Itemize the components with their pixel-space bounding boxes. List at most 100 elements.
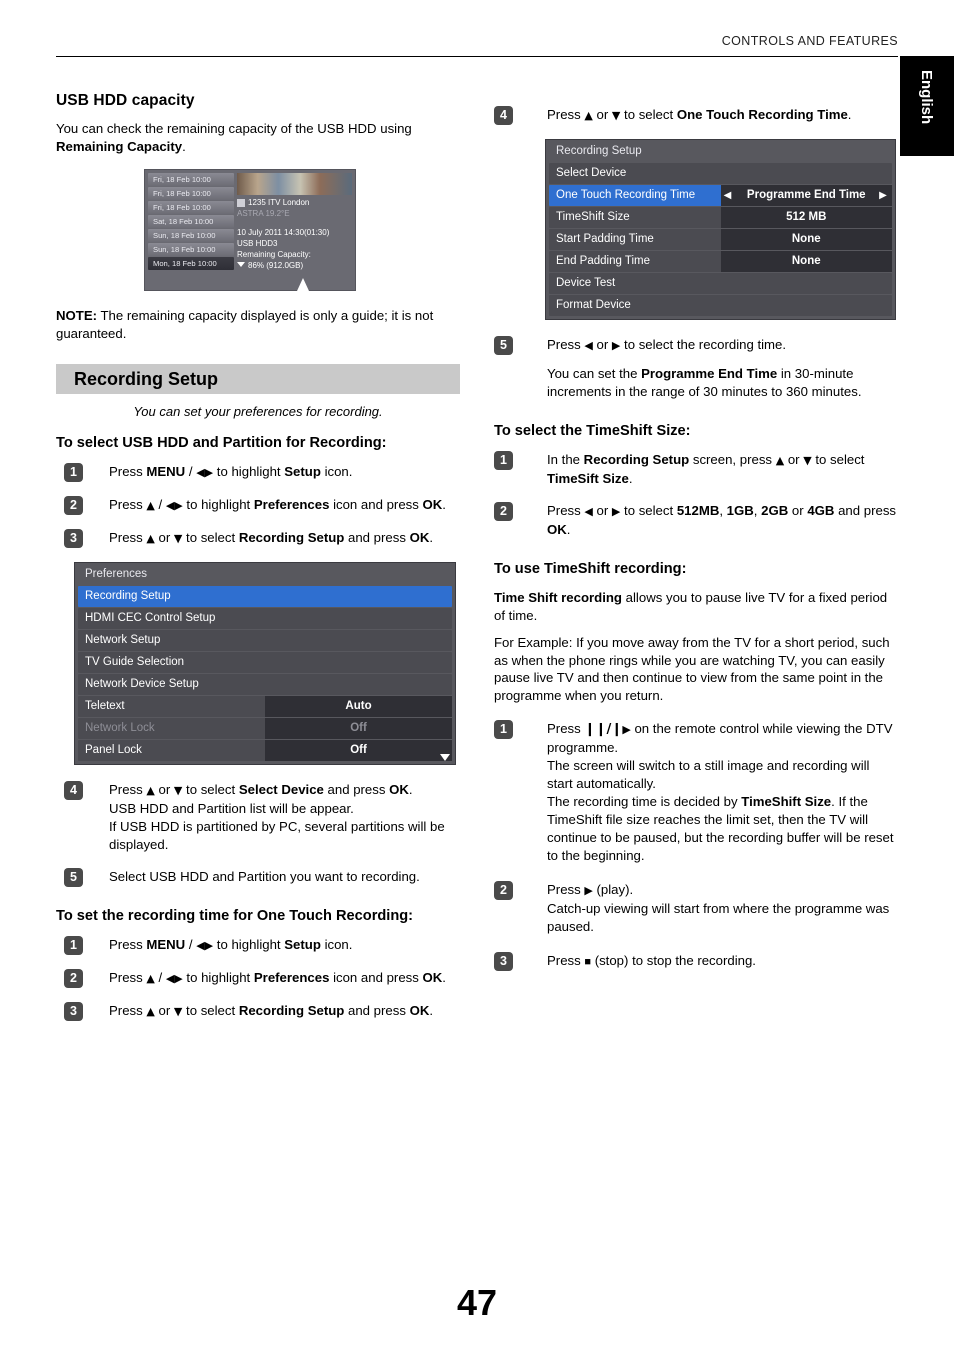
- step-text: Press MENU / ◀▶ to highlight Setup icon.: [109, 464, 353, 479]
- step-item: 2 Press ▲ / ◀▶ to highlight Preferences …: [56, 496, 460, 515]
- step-number: 3: [64, 1002, 83, 1021]
- epg-capacity-label: Remaining Capacity:: [237, 250, 311, 259]
- step-number: 4: [64, 781, 83, 800]
- step-number: 4: [494, 106, 513, 125]
- menu-row-label: HDMI CEC Control Setup: [85, 612, 216, 624]
- running-head: CONTROLS AND FEATURES: [721, 34, 898, 48]
- step-text-detail: You can set the Programme End Time in 30…: [547, 366, 862, 399]
- epg-time-row: Fri, 18 Feb 10:00: [148, 173, 234, 186]
- epg-thumbnail: [237, 173, 352, 195]
- intro-text-a: You can check the remaining capacity of …: [56, 121, 412, 136]
- step-item: 5 Press ◀ or ▶ to select the recording t…: [494, 336, 898, 401]
- heading-select-usb-hdd: To select USB HDD and Partition for Reco…: [56, 435, 387, 451]
- step-item: 3 Press ■ (stop) to stop the recording.: [494, 952, 898, 971]
- menu-row[interactable]: Network Setup: [78, 630, 452, 651]
- menu-row[interactable]: One Touch Recording Time Programme End Ti…: [549, 185, 892, 206]
- menu-row-value: Auto: [265, 696, 452, 717]
- epg-detail-pane: 1235 ITV London ASTRA 19.2°E 10 July 201…: [237, 173, 352, 287]
- epg-time-row: Fri, 18 Feb 10:00: [148, 201, 234, 214]
- epg-screenshot: Fri, 18 Feb 10:00 Fri, 18 Feb 10:00 Fri,…: [144, 169, 356, 291]
- menu-row-label: Network Setup: [85, 634, 161, 646]
- menu-row[interactable]: HDMI CEC Control Setup: [78, 608, 452, 629]
- timeshift-para-2: For Example: If you move away from the T…: [494, 635, 890, 703]
- recording-setup-menu-screenshot: Recording Setup Select Device One Touch R…: [545, 139, 896, 320]
- epg-time-row: Sun, 18 Feb 10:00: [148, 243, 234, 256]
- step-text: Press ▶ (play). Catch-up viewing will sta…: [547, 882, 890, 934]
- menu-row-label: End Padding Time: [556, 255, 650, 267]
- step-number: 2: [494, 881, 513, 900]
- menu-row[interactable]: Recording Setup: [78, 586, 452, 607]
- menu-row[interactable]: Start Padding Time None: [549, 229, 892, 250]
- step-item: 2 Press ▲ / ◀▶ to highlight Preferences …: [56, 969, 460, 988]
- menu-row[interactable]: Network Device Setup: [78, 674, 452, 695]
- heading-use-timeshift: To use TimeShift recording:: [494, 561, 687, 577]
- page: CONTROLS AND FEATURES English USB HDD ca…: [0, 0, 954, 1352]
- language-side-tab-label: English: [918, 70, 935, 125]
- language-side-tab: English: [900, 56, 954, 156]
- left-column: USB HDD capacity You can check the remai…: [56, 92, 460, 1035]
- menu-row-label: Teletext: [85, 700, 125, 712]
- step-item: 2 Press ▶ (play). Catch-up viewing will s…: [494, 881, 898, 936]
- heading-select-timeshift-size: To select the TimeShift Size:: [494, 423, 691, 439]
- menu-row-value: Off: [265, 740, 452, 761]
- menu-row-label: Select Device: [556, 167, 627, 179]
- step-text: Press ▲ / ◀▶ to highlight Preferences ic…: [109, 497, 446, 512]
- menu-row-label: TV Guide Selection: [85, 656, 185, 668]
- chevron-right-icon[interactable]: ▶: [876, 185, 890, 206]
- epg-time-row: Fri, 18 Feb 10:00: [148, 187, 234, 200]
- page-number: 47: [456, 1282, 498, 1323]
- step-number: 3: [494, 952, 513, 971]
- step-number: 5: [494, 336, 513, 355]
- step-text: Press ◀ or ▶ to select the recording tim…: [547, 337, 787, 352]
- step-number: 3: [64, 529, 83, 548]
- menu-rows: Recording Setup HDMI CEC Control Setup Net…: [75, 586, 455, 761]
- menu-row-label: Device Test: [556, 277, 616, 289]
- step-number: 1: [494, 451, 513, 470]
- menu-row-value: None: [720, 251, 892, 272]
- menu-row-label: Recording Setup: [85, 590, 171, 602]
- step-number: 5: [64, 868, 83, 887]
- menu-title: Preferences: [75, 563, 455, 585]
- menu-row[interactable]: Panel Lock Off: [78, 740, 452, 761]
- intro-text-b: Remaining Capacity: [56, 138, 183, 154]
- note-label: NOTE:: [56, 308, 98, 323]
- header-rule: [56, 56, 898, 57]
- step-item: 4 Press ▲ or ▼ to select One Touch Recor…: [494, 106, 898, 125]
- menu-row[interactable]: TimeShift Size 512 MB: [549, 207, 892, 228]
- step-number: 2: [494, 502, 513, 521]
- epg-time-row: Sat, 18 Feb 10:00: [148, 215, 234, 228]
- step-item: 1 Press ❙❙/❙▶ on the remote control whil…: [494, 720, 898, 865]
- intro-text-c: .: [182, 138, 186, 154]
- menu-row[interactable]: Format Device: [549, 295, 892, 316]
- step-text: Press ▲ or ▼ to select Recording Setup a…: [109, 530, 434, 545]
- epg-channel-label: 1235 ITV London: [248, 198, 310, 207]
- epg-time-list: Fri, 18 Feb 10:00 Fri, 18 Feb 10:00 Fri,…: [148, 173, 234, 271]
- step-item: 1 In the Recording Setup screen, press ▲…: [494, 451, 898, 488]
- epg-channel: 1235 ITV London: [237, 198, 352, 207]
- menu-row[interactable]: Network Lock Off: [78, 718, 452, 739]
- menu-row[interactable]: Teletext Auto: [78, 696, 452, 717]
- epg-satellite: ASTRA 19.2°E: [237, 209, 290, 218]
- menu-row-label: TimeShift Size: [556, 211, 630, 223]
- step-text: Press MENU / ◀▶ to highlight Setup icon.: [109, 937, 353, 952]
- step-text: Select USB HDD and Partition you want to…: [109, 869, 420, 884]
- section-caption: You can set your preferences for recordi…: [133, 404, 383, 419]
- step-item: 3 Press ▲ or ▼ to select Recording Setup…: [56, 529, 460, 548]
- step-item: 4 Press ▲ or ▼ to select Select Device a…: [56, 781, 460, 854]
- preferences-menu-screenshot: Preferences Recording Setup HDMI CEC Cont…: [74, 562, 456, 765]
- menu-row[interactable]: TV Guide Selection: [78, 652, 452, 673]
- step-item: 1 Press MENU / ◀▶ to highlight Setup ico…: [56, 936, 460, 955]
- step-item: 1 Press MENU / ◀▶ to highlight Setup ico…: [56, 463, 460, 482]
- chevron-left-icon[interactable]: ◀: [721, 185, 735, 206]
- epg-device: USB HDD3: [237, 239, 278, 248]
- step-number: 1: [494, 720, 513, 739]
- capacity-note: NOTE: The remaining capacity displayed i…: [56, 307, 460, 342]
- menu-row[interactable]: End Padding Time None: [549, 251, 892, 272]
- timeshift-para-1: Time Shift recording allows you to pause…: [494, 590, 888, 623]
- menu-row[interactable]: Select Device: [549, 163, 892, 184]
- down-triangle-icon: [237, 262, 245, 267]
- usb-hdd-capacity-heading: USB HDD capacity: [56, 92, 195, 109]
- step-item: 3 Press ▲ or ▼ to select Recording Setup…: [56, 1002, 460, 1021]
- menu-row[interactable]: Device Test: [549, 273, 892, 294]
- step-text: Press ▲ or ▼ to select Select Device and…: [109, 782, 445, 852]
